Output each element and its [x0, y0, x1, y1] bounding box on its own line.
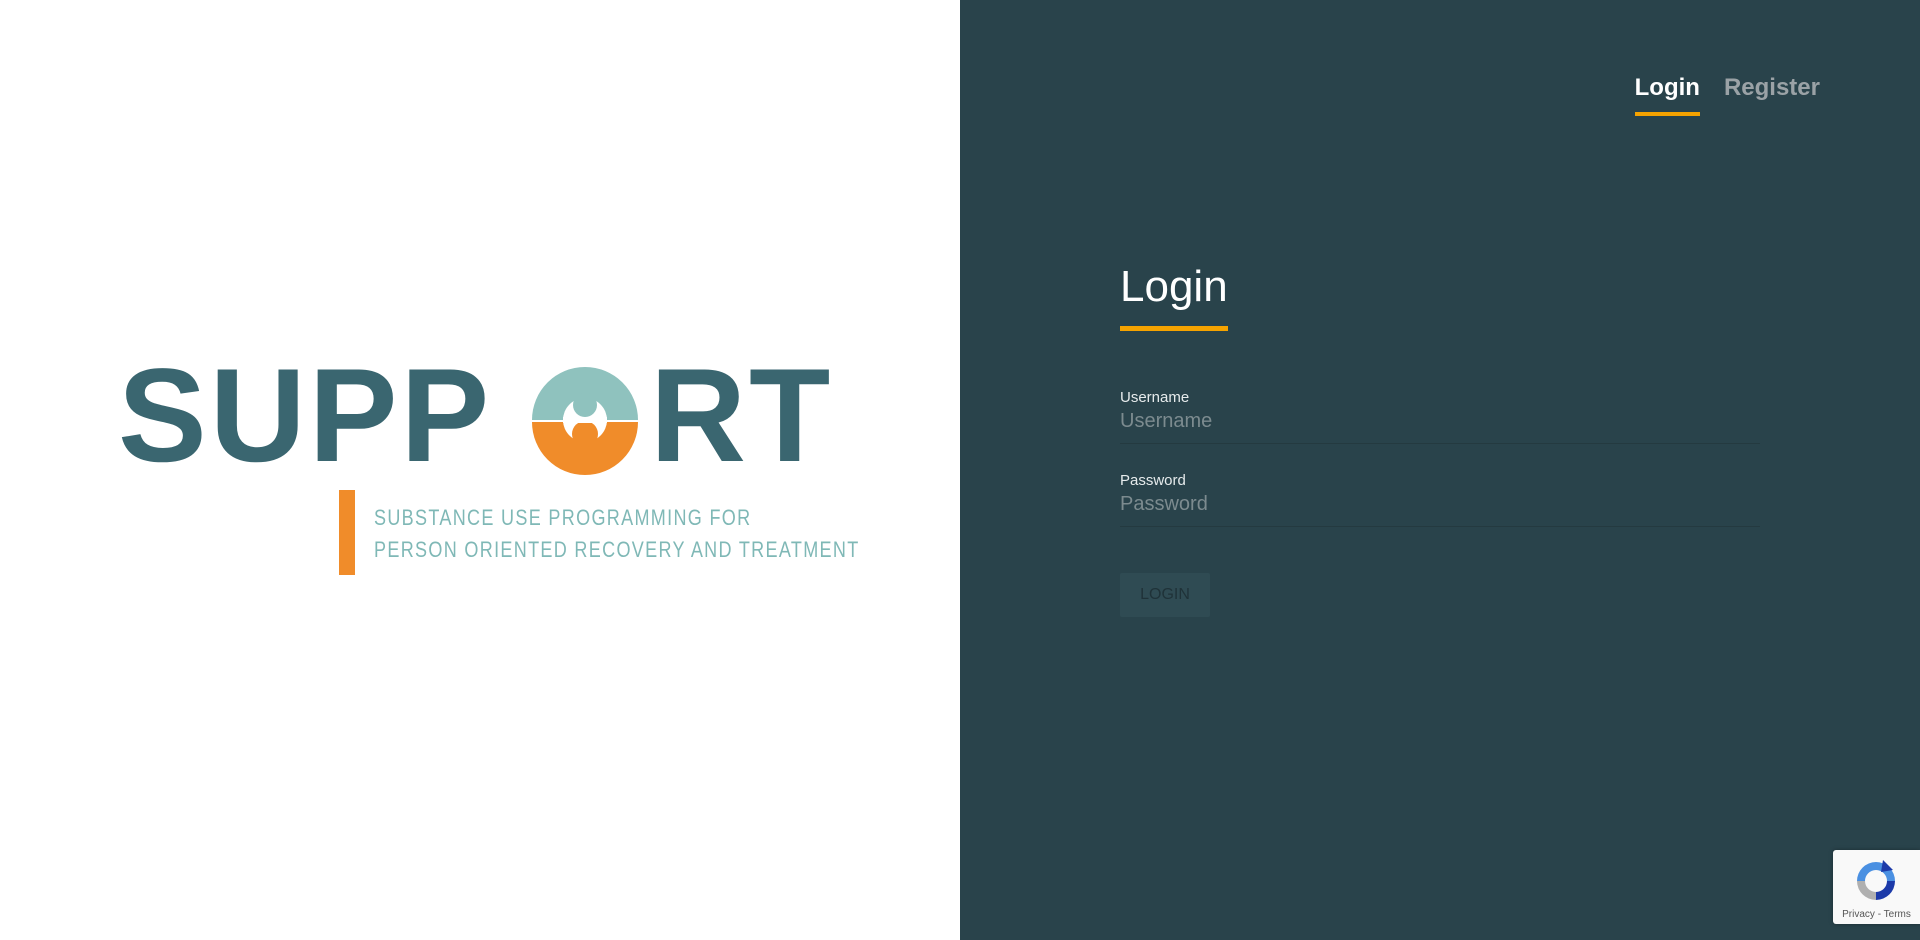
tab-login[interactable]: Login — [1634, 74, 1700, 116]
logo-tagline: SUBSTANCE USE PROGRAMMING FOR PERSON ORI… — [374, 502, 860, 566]
logo-wordmark: SUPP — [118, 342, 493, 490]
logo-word-right: RT — [650, 342, 834, 490]
recaptcha-privacy-link[interactable]: Privacy — [1842, 909, 1875, 920]
brand-panel: SUPP RT SUBSTANCE USE PROGRAMMING FOR PE… — [0, 0, 960, 940]
recaptcha-icon — [1857, 860, 1895, 900]
recaptcha-terms-link[interactable]: Terms — [1884, 909, 1911, 920]
recaptcha-badge[interactable]: Privacy - Terms — [1833, 850, 1920, 924]
login-button[interactable]: LOGIN — [1120, 573, 1210, 617]
auth-tabs: Login Register — [1634, 74, 1820, 116]
password-group: Password — [1120, 472, 1760, 527]
logo-word-left: SUPP — [118, 342, 493, 490]
logo-tagline-line1: SUBSTANCE USE PROGRAMMING FOR — [374, 505, 752, 530]
login-form: Login Username Password LOGIN — [1120, 262, 1760, 617]
password-input[interactable] — [1120, 491, 1760, 527]
logo-tagline-line2: PERSON ORIENTED RECOVERY AND TREATMENT — [374, 537, 860, 562]
recaptcha-links: Privacy - Terms — [1833, 909, 1920, 920]
username-label: Username — [1120, 389, 1190, 406]
tab-register[interactable]: Register — [1724, 74, 1820, 116]
username-group: Username — [1120, 389, 1760, 444]
logo-accent-bar — [339, 490, 355, 575]
logo-wordmark-end: RT — [650, 342, 834, 490]
support-logo: SUPP RT SUBSTANCE USE PROGRAMMING FOR PE… — [118, 342, 858, 579]
recaptcha-separator: - — [1877, 909, 1882, 920]
logo-person-o-icon — [532, 367, 638, 475]
auth-panel: Login Register Login Username Password L… — [960, 0, 1920, 940]
page-title: Login — [1120, 262, 1228, 331]
password-label: Password — [1120, 472, 1186, 489]
username-input[interactable] — [1120, 408, 1760, 444]
